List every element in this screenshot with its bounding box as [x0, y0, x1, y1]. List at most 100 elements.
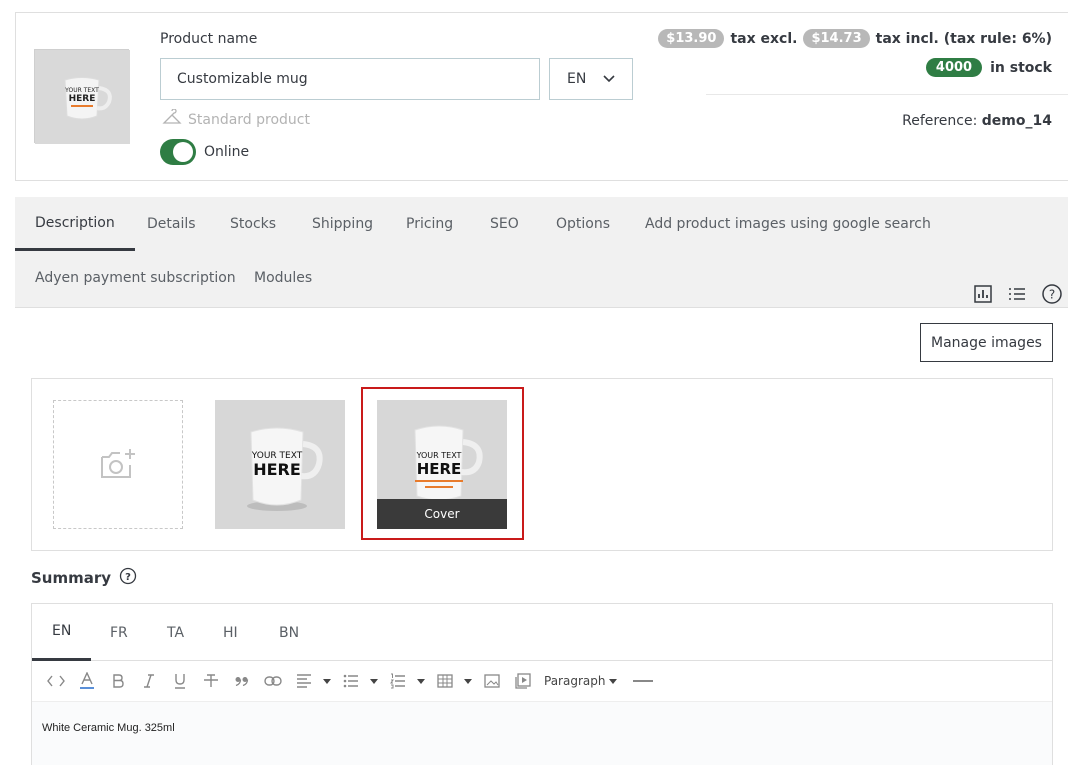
tab-adyen[interactable]: Adyen payment subscription — [35, 251, 236, 305]
lang-label: TA — [167, 624, 185, 641]
product-type: Standard product — [162, 108, 310, 131]
stock-summary: 4000 in stock — [925, 58, 1052, 77]
tab-lang-bn[interactable]: BN — [279, 604, 299, 661]
help-icon[interactable]: ? — [1041, 283, 1063, 309]
language-value: EN — [567, 71, 587, 87]
chevron-down-icon — [602, 71, 616, 89]
tab-label: Stocks — [230, 216, 277, 232]
tab-pricing[interactable]: Pricing — [406, 197, 453, 251]
list-icon[interactable] — [1007, 284, 1027, 308]
tab-lang-ta[interactable]: TA — [167, 604, 184, 661]
online-label: Online — [204, 144, 250, 160]
product-name-value: Customizable mug — [177, 71, 308, 87]
link-icon[interactable] — [257, 666, 288, 696]
hanger-icon — [162, 108, 182, 131]
tab-modules[interactable]: Modules — [254, 251, 312, 305]
language-select[interactable]: EN — [549, 58, 633, 100]
product-images: YOUR TEXT HERE YOUR TEXT HERE Cover — [31, 378, 1053, 551]
underline-icon[interactable] — [164, 666, 195, 696]
tab-stocks[interactable]: Stocks — [230, 197, 276, 251]
tab-lang-hi[interactable]: HI — [223, 604, 238, 661]
svg-text:HERE: HERE — [69, 94, 96, 104]
source-code-icon[interactable] — [40, 666, 71, 696]
bullet-dropdown-icon[interactable] — [366, 666, 382, 696]
product-image-1[interactable]: YOUR TEXT HERE — [215, 400, 345, 529]
summary-title: Summary — [31, 569, 112, 587]
reference-value: demo_14 — [981, 113, 1052, 129]
numbered-list-icon[interactable] — [382, 666, 413, 696]
price-excl-badge: $13.90 — [658, 29, 725, 48]
table-dropdown-icon[interactable] — [460, 666, 476, 696]
help-icon[interactable]: ? — [119, 567, 137, 589]
cover-label: Cover — [377, 499, 507, 529]
mug-text-line1: YOUR TEXT — [416, 451, 462, 460]
summary-content[interactable]: White Ceramic Mug. 325ml — [32, 701, 1052, 765]
manage-images-label: Manage images — [931, 334, 1042, 351]
tab-label: Pricing — [406, 216, 454, 232]
tab-description[interactable]: Description — [15, 197, 135, 251]
tab-label: Add product images using google search — [645, 216, 931, 232]
italic-icon[interactable] — [133, 666, 164, 696]
text-color-icon[interactable] — [71, 666, 102, 696]
online-toggle-row: Online — [160, 139, 249, 165]
paragraph-format-select[interactable]: Paragraph — [538, 666, 627, 696]
quote-icon[interactable] — [226, 666, 257, 696]
paragraph-label: Paragraph — [544, 674, 606, 688]
bold-icon[interactable] — [102, 666, 133, 696]
price-summary: $13.90 tax excl. $14.73 tax incl. (tax r… — [658, 29, 1052, 48]
product-header: YOUR TEXT HERE Product name Customizable… — [15, 12, 1068, 181]
horizontal-line-icon[interactable] — [627, 666, 658, 696]
product-type-label: Standard product — [188, 112, 310, 128]
tax-incl-label: tax incl. (tax rule: 6%) — [875, 30, 1052, 47]
tab-lang-fr[interactable]: FR — [110, 604, 128, 661]
product-name-input[interactable]: Customizable mug — [160, 58, 540, 100]
add-image-dropzone[interactable] — [53, 400, 183, 529]
price-incl-badge: $14.73 — [803, 29, 870, 48]
align-icon[interactable] — [288, 666, 319, 696]
product-tabs: Description Details Stocks Shipping Pric… — [15, 197, 1068, 308]
bullet-list-icon[interactable] — [335, 666, 366, 696]
svg-text:?: ? — [1049, 288, 1055, 302]
lang-label: HI — [223, 624, 238, 641]
tab-lang-en[interactable]: EN — [32, 604, 92, 661]
stock-label: in stock — [990, 59, 1052, 76]
editor-toolbar: Paragraph — [32, 661, 1052, 701]
numbered-dropdown-icon[interactable] — [413, 666, 429, 696]
tab-label: Options — [556, 216, 611, 232]
stats-icon[interactable] — [973, 284, 993, 308]
strikethrough-icon[interactable] — [195, 666, 226, 696]
image-icon[interactable] — [476, 666, 507, 696]
summary-language-tabs: EN FR TA HI BN — [32, 604, 1052, 661]
manage-images-button[interactable]: Manage images — [920, 323, 1053, 362]
svg-text:?: ? — [125, 572, 131, 583]
tab-google-images[interactable]: Add product images using google search — [645, 197, 931, 251]
tab-toolbar: ? — [973, 283, 1063, 309]
align-dropdown-icon[interactable] — [319, 666, 335, 696]
online-toggle[interactable] — [160, 139, 196, 165]
tab-label: Shipping — [312, 216, 374, 232]
tab-label: Details — [147, 216, 196, 232]
summary-heading: Summary ? — [31, 567, 137, 589]
product-thumbnail[interactable]: YOUR TEXT HERE — [34, 49, 130, 144]
caret-down-icon — [609, 678, 618, 684]
lang-label: FR — [110, 624, 128, 641]
tab-label: Adyen payment subscription — [35, 270, 236, 286]
reference: Reference: demo_14 — [902, 113, 1052, 129]
tab-details[interactable]: Details — [147, 197, 196, 251]
stock-badge: 4000 — [925, 58, 983, 77]
product-name-label: Product name — [160, 31, 258, 47]
svg-text:YOUR TEXT: YOUR TEXT — [64, 87, 99, 94]
tab-shipping[interactable]: Shipping — [312, 197, 373, 251]
media-icon[interactable] — [507, 666, 538, 696]
header-divider — [706, 94, 1068, 95]
add-photo-icon — [98, 445, 138, 485]
summary-editor: EN FR TA HI BN Paragraph White Ceramic M… — [31, 603, 1053, 765]
tab-seo[interactable]: SEO — [490, 197, 519, 251]
tab-options[interactable]: Options — [556, 197, 610, 251]
mug-text-line2: HERE — [253, 460, 301, 479]
table-icon[interactable] — [429, 666, 460, 696]
reference-label: Reference: — [902, 113, 978, 129]
tab-label: SEO — [490, 216, 519, 232]
product-image-cover[interactable]: YOUR TEXT HERE Cover — [377, 400, 507, 529]
tab-label: Description — [35, 214, 115, 231]
